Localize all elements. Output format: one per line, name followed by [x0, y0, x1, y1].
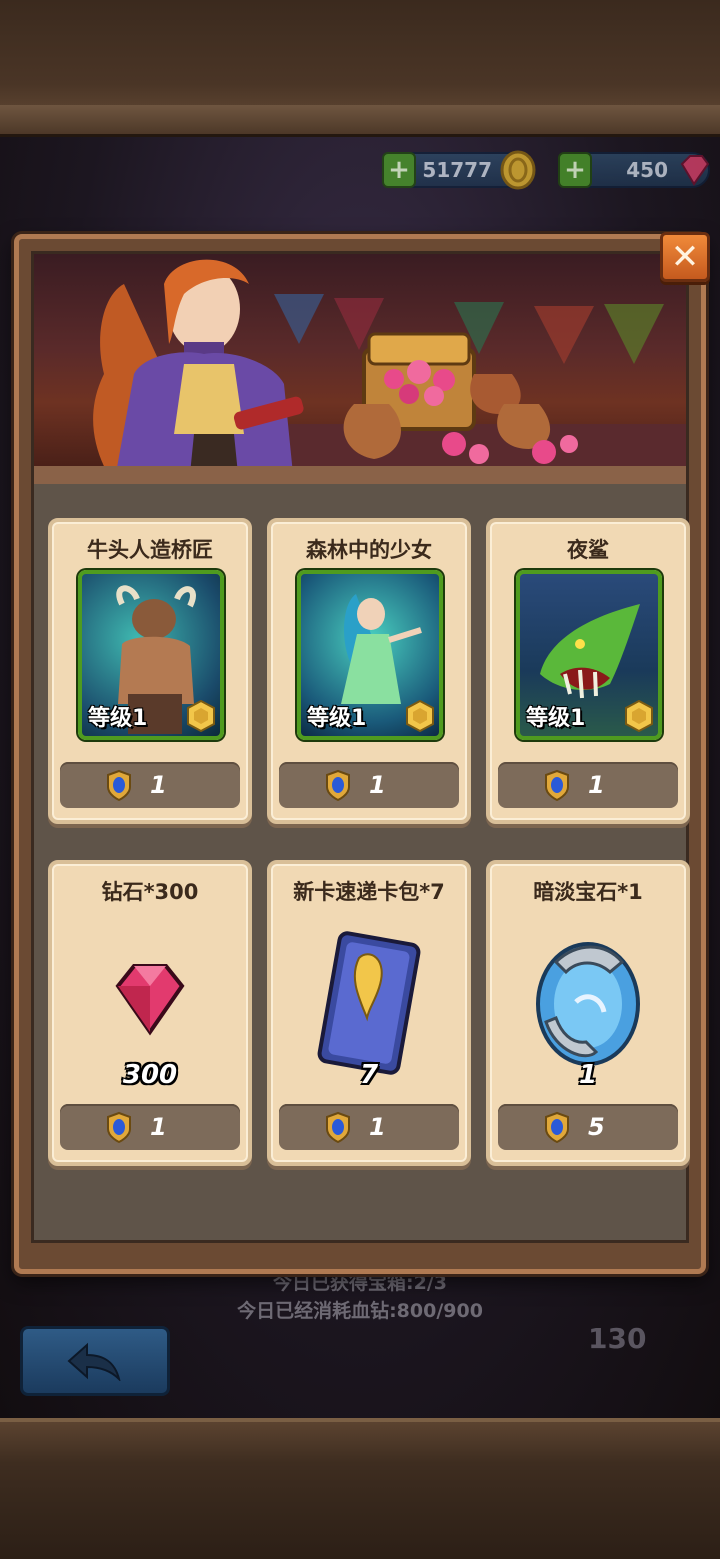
- merchant-banner: [34, 254, 686, 484]
- close-icon: ✕: [670, 237, 700, 277]
- item-title: 新卡速递卡包*7: [293, 880, 445, 904]
- price-bar: 1: [60, 762, 240, 808]
- shop-modal: 牛头人造桥匠 等级1 1 森林中的少女 等级1 1 夜鲨 等级1 1 钻石*30…: [14, 234, 706, 1274]
- gold-coin-icon: [500, 150, 536, 190]
- shop-card-forest-maiden[interactable]: 森林中的少女 等级1 1: [267, 518, 471, 824]
- shop-item-diamonds[interactable]: 钻石*300 300 1: [48, 860, 252, 1166]
- price-bar: 1: [279, 762, 459, 808]
- back-arrow-icon: [67, 1342, 121, 1381]
- bottom-background: [0, 1418, 720, 1559]
- diamond-counter: + 450: [558, 152, 710, 188]
- blood-diamond-icon: [545, 769, 569, 801]
- shop-item-card-pack[interactable]: 新卡速递卡包*7 7 1: [267, 860, 471, 1166]
- blood-diamond-icon: [326, 1111, 350, 1143]
- dim-gem-icon: [536, 942, 640, 1066]
- forest-maiden-portrait: 等级1: [297, 570, 443, 740]
- item-title: 钻石*300: [101, 880, 199, 904]
- diamond-icon: [680, 155, 710, 186]
- shop-item-dim-gem[interactable]: 暗淡宝石*1 1 5: [486, 860, 690, 1166]
- card-level: 等级1: [526, 706, 586, 731]
- night-shark-portrait: 等级1: [516, 570, 662, 740]
- back-button[interactable]: [20, 1326, 170, 1396]
- rarity-hex-icon: [406, 700, 434, 732]
- rarity-hex-icon: [187, 700, 215, 732]
- card-level: 等级1: [88, 706, 148, 731]
- merchant-illustration: [93, 259, 686, 466]
- price-value: 5: [588, 1113, 605, 1141]
- price-bar: 1: [60, 1104, 240, 1150]
- card-title: 森林中的少女: [306, 538, 432, 562]
- diamond-spent-text: 今日已经消耗血钻:800/900: [237, 1300, 483, 1322]
- add-gold-button[interactable]: +: [382, 152, 416, 188]
- diamond-amount: 450: [626, 158, 668, 182]
- price-bar: 1: [498, 762, 678, 808]
- price-value: 1: [150, 771, 167, 799]
- rarity-hex-icon: [625, 700, 653, 732]
- item-quantity: 7: [359, 1060, 379, 1090]
- card-pack-icon: [317, 931, 421, 1075]
- item-quantity: 300: [122, 1060, 178, 1090]
- side-counter: 130: [588, 1322, 647, 1355]
- card-level: 等级1: [307, 706, 367, 731]
- price-value: 1: [150, 1113, 167, 1141]
- shop-panel: 牛头人造桥匠 等级1 1 森林中的少女 等级1 1 夜鲨 等级1 1 钻石*30…: [31, 251, 690, 1243]
- gold-amount: 51777: [422, 158, 492, 182]
- add-diamond-button[interactable]: +: [558, 152, 592, 188]
- item-quantity: 1: [578, 1060, 598, 1090]
- card-title: 夜鲨: [567, 538, 609, 562]
- price-value: 1: [369, 1113, 386, 1141]
- shop-card-minotaur[interactable]: 牛头人造桥匠 等级1 1: [48, 518, 252, 824]
- card-title: 牛头人造桥匠: [87, 538, 213, 562]
- top-wood-strip: [0, 105, 720, 137]
- close-button[interactable]: ✕: [660, 232, 710, 282]
- blood-diamond-icon: [545, 1111, 569, 1143]
- shop-card-night-shark[interactable]: 夜鲨 等级1 1: [486, 518, 690, 824]
- diamond-icon: [115, 964, 185, 1036]
- minotaur-portrait: 等级1: [78, 570, 224, 740]
- blood-diamond-icon: [326, 769, 350, 801]
- gold-counter: + 51777: [382, 150, 536, 190]
- price-value: 1: [588, 771, 605, 799]
- price-bar: 1: [279, 1104, 459, 1150]
- blood-diamond-icon: [107, 769, 131, 801]
- price-value: 1: [369, 771, 386, 799]
- price-bar: 5: [498, 1104, 678, 1150]
- blood-diamond-icon: [107, 1111, 131, 1143]
- item-title: 暗淡宝石*1: [533, 880, 643, 904]
